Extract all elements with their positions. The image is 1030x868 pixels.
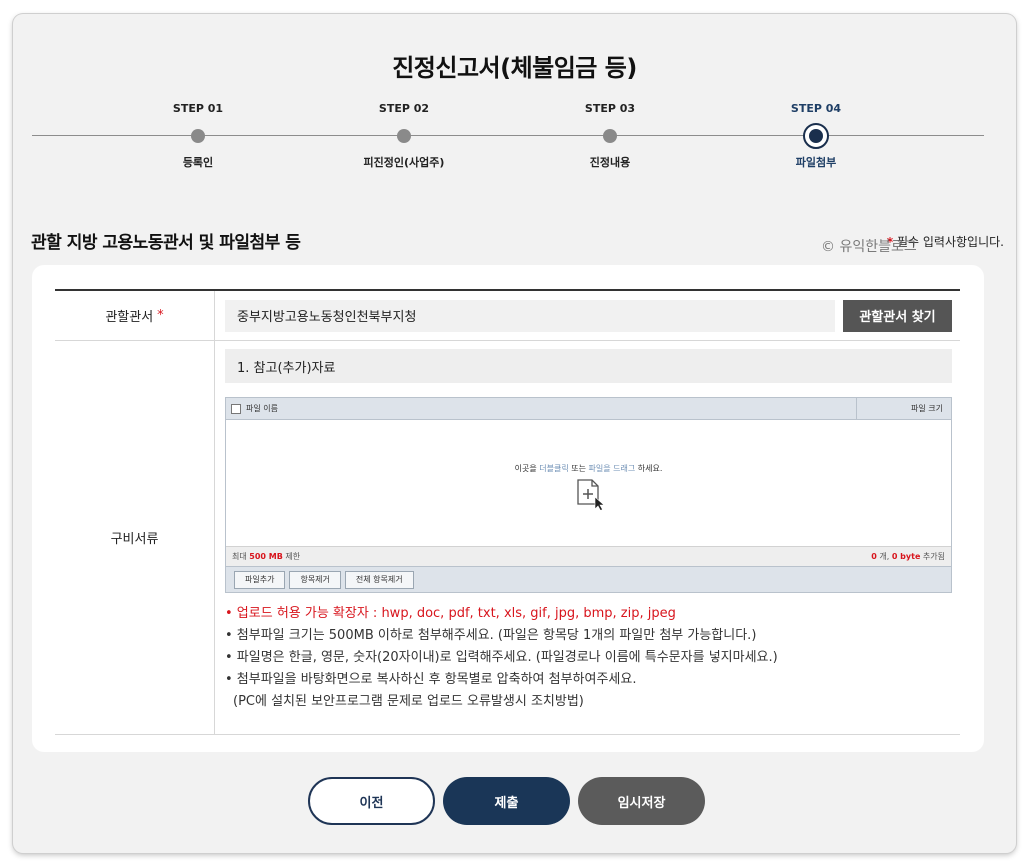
office-field-cell: 중부지방고용노동청인천북부지청 관할관서 찾기 (215, 291, 960, 340)
office-label-text: 관할관서 (105, 310, 154, 325)
count-post: 추가됨 (920, 552, 945, 561)
watermark: © 유익한블로그 (821, 239, 917, 255)
documents-row: 구비서류 1. 참고(추가)자료 파일 이름 파일 크기 이곳을 더블클릭 또는… (55, 341, 960, 735)
step-dot (191, 129, 205, 143)
required-mark: * (157, 308, 164, 323)
drop-text-mid: 또는 (568, 464, 589, 473)
file-uploader: 파일 이름 파일 크기 이곳을 더블클릭 또는 파일을 드래그 하세요. 최대 … (225, 397, 952, 593)
size-limit-post: 제한 (282, 552, 301, 561)
form-card: 관할관서 * 중부지방고용노동청인천북부지청 관할관서 찾기 구비서류 1. 참고… (32, 265, 984, 752)
form-window: 진정신고서(체불임금 등) STEP 01 등록인 STEP 02 피진정인(사… (13, 14, 1016, 853)
step-label: 파일첨부 (795, 156, 837, 169)
desktop-copy-note: • 첨부파일을 바탕화면으로 복사하신 후 항목별로 압축하여 첨부하여주세요. (225, 672, 637, 687)
allowed-extensions-note: • 업로드 허용 가능 확장자 : hwp, doc, pdf, txt, xl… (225, 606, 676, 621)
uploader-toolbar: 파일추가 항목제거 전체 항목제거 (226, 566, 951, 592)
step-1: STEP 01 등록인 (138, 102, 258, 170)
office-row: 관할관서 * 중부지방고용노동청인천북부지청 관할관서 찾기 (55, 291, 960, 341)
remove-all-button[interactable]: 전체 항목제거 (344, 570, 414, 589)
form-table: 관할관서 * 중부지방고용노동청인천북부지청 관할관서 찾기 구비서류 1. 참고… (55, 289, 960, 735)
documents-cell: 1. 참고(추가)자료 파일 이름 파일 크기 이곳을 더블클릭 또는 파일을 … (215, 341, 960, 734)
step-2: STEP 02 피진정인(사업주) (344, 102, 464, 170)
upload-error-note: (PC에 설치된 보안프로그램 문제로 업로드 오류발생시 조치방법) (233, 694, 584, 709)
step-label: 피진정인(사업주) (363, 156, 445, 169)
step-4-active: STEP 04 파일첨부 (756, 102, 876, 170)
temp-save-button[interactable]: 임시저장 (578, 777, 705, 825)
uploader-header: 파일 이름 파일 크기 (226, 398, 951, 420)
size-limit: 최대 500 MB 제한 (232, 551, 300, 562)
file-size-note: • 첨부파일 크기는 500MB 이하로 첨부해주세요. (파일은 항목당 1개… (225, 628, 757, 643)
step-label: 등록인 (182, 156, 214, 169)
prev-button[interactable]: 이전 (308, 777, 435, 825)
file-name-note: • 파일명은 한글, 영문, 숫자(20자이내)로 입력해주세요. (파일경로나… (225, 650, 778, 665)
count-mid: 개, (876, 552, 892, 561)
drop-drag-text: 파일을 드래그 (588, 464, 636, 473)
bytes-value: 0 byte (891, 552, 921, 561)
find-office-button[interactable]: 관할관서 찾기 (843, 299, 952, 332)
select-all-checkbox[interactable] (231, 403, 241, 414)
added-count: 0 개, 0 byte 추가됨 (871, 551, 945, 562)
step-dot-current (803, 123, 829, 149)
office-label: 관할관서 * (55, 291, 215, 340)
drop-dblclick-text: 더블클릭 (539, 464, 569, 473)
page-title: 진정신고서(체불임금 등) (392, 54, 637, 82)
documents-label: 구비서류 (55, 341, 215, 734)
select-all-cell (226, 398, 246, 419)
office-input[interactable]: 중부지방고용노동청인천북부지청 (225, 299, 835, 332)
drop-text-pre: 이곳을 (514, 464, 540, 473)
remove-item-button[interactable]: 항목제거 (289, 570, 341, 589)
step-number: STEP 03 (584, 102, 636, 115)
upload-notes: • 업로드 허용 가능 확장자 : hwp, doc, pdf, txt, xl… (225, 603, 952, 713)
uploader-status: 최대 500 MB 제한 0 개, 0 byte 추가됨 (226, 546, 951, 566)
file-size-column: 파일 크기 (856, 398, 951, 419)
add-file-icon (577, 479, 605, 511)
size-limit-pre: 최대 (232, 552, 250, 561)
file-name-column: 파일 이름 (246, 404, 278, 413)
step-number: STEP 01 (172, 102, 224, 115)
submit-button[interactable]: 제출 (443, 777, 570, 825)
step-number: STEP 04 (790, 102, 842, 115)
add-file-button[interactable]: 파일추가 (234, 570, 286, 589)
file-drop-zone[interactable]: 이곳을 더블클릭 또는 파일을 드래그 하세요. (226, 420, 951, 546)
step-label: 진정내용 (589, 156, 631, 169)
step-number: STEP 02 (378, 102, 430, 115)
step-dot (603, 129, 617, 143)
drop-text-post: 하세요. (635, 464, 663, 473)
document-item-title: 1. 참고(추가)자료 (225, 349, 952, 383)
section-title: 관할 지방 고용노동관서 및 파일첨부 등 (31, 233, 301, 253)
step-3: STEP 03 진정내용 (550, 102, 670, 170)
step-dot (397, 129, 411, 143)
size-limit-value: 500 MB (249, 552, 283, 561)
drop-instruction: 이곳을 더블클릭 또는 파일을 드래그 하세요. (226, 463, 951, 474)
